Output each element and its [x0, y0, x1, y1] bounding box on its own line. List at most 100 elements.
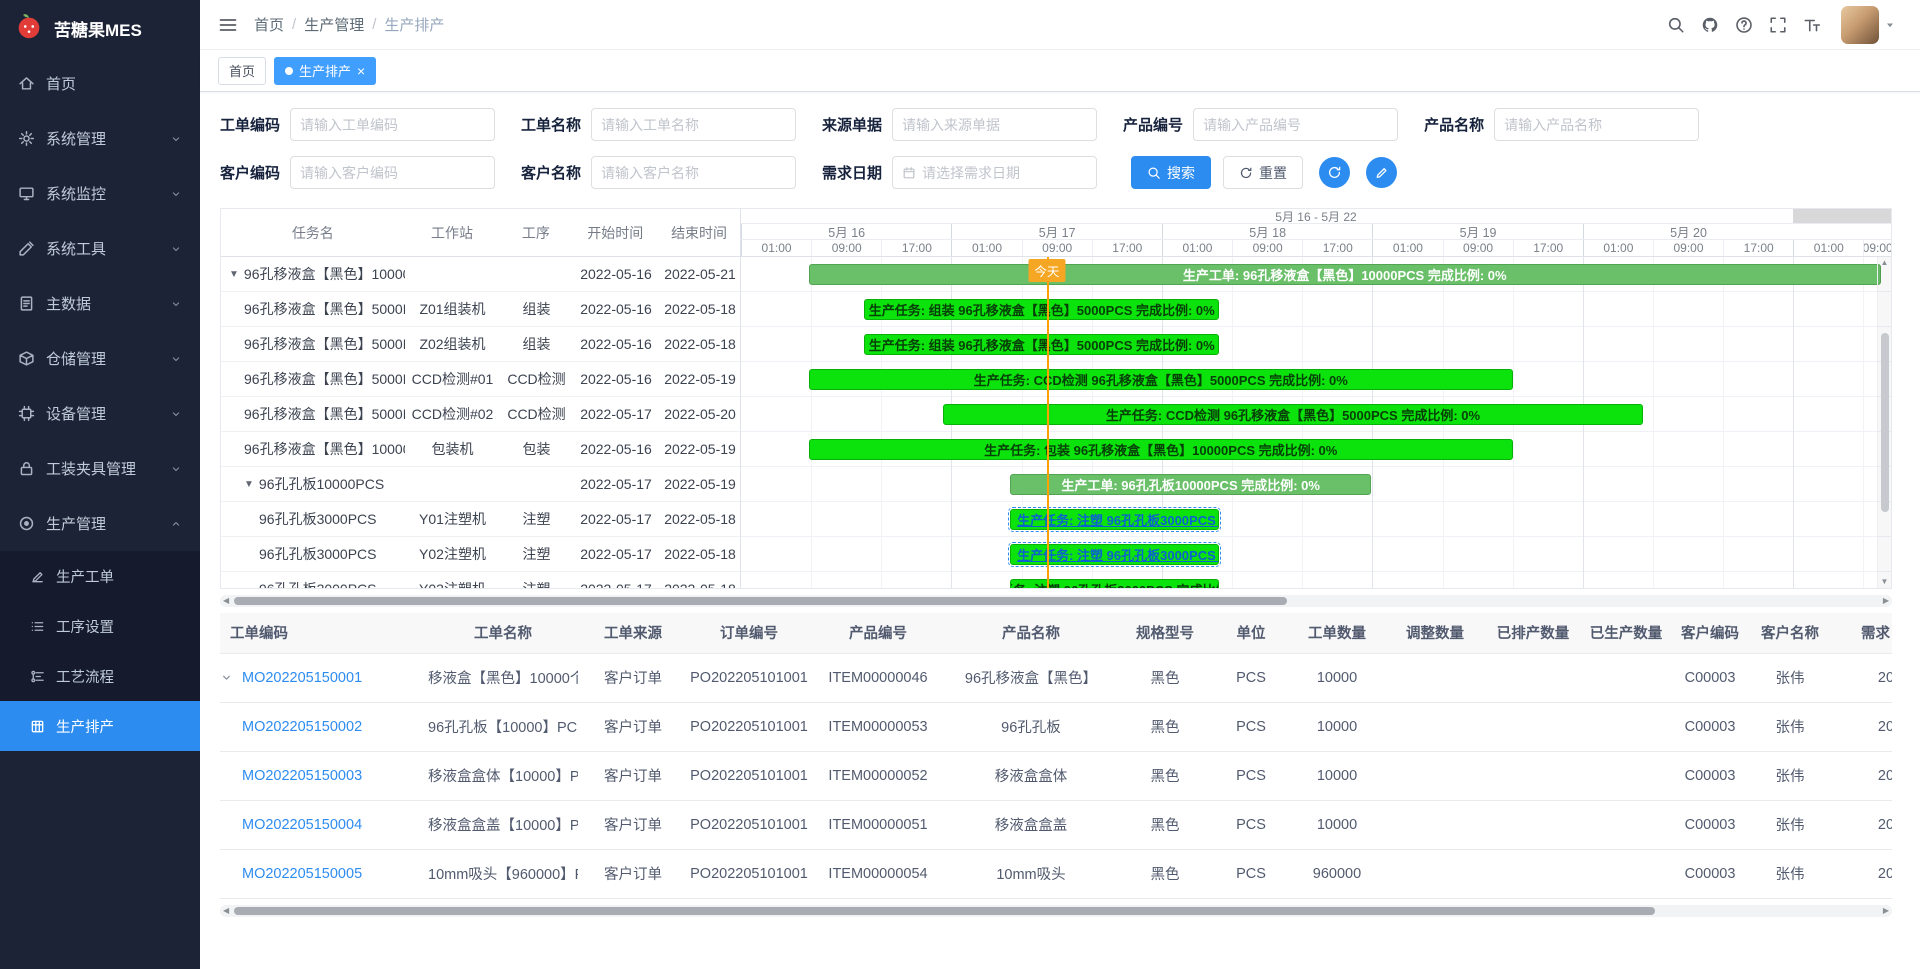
- order-link[interactable]: MO202205150003: [242, 768, 362, 784]
- gantt-grid-row[interactable]: ▼96孔移液盒【黑色】10000PCS2022-05-162022-05-21: [221, 257, 740, 292]
- order-row[interactable]: MO202205150001移液盒【黑色】10000个客户订单PO2022051…: [220, 653, 1892, 702]
- expand-row-icon[interactable]: [220, 671, 242, 684]
- tree-expand-icon[interactable]: ▼: [244, 479, 254, 490]
- sidebar-subitem-process-setting[interactable]: 工序设置: [0, 601, 200, 651]
- sidebar-item-system-tools[interactable]: 系统工具: [0, 221, 200, 276]
- gantt-grid-row[interactable]: 96孔移液盒【黑色】5000PCSZ01组装机组装2022-05-162022-…: [221, 292, 740, 327]
- tab-scheduling[interactable]: 生产排产×: [274, 57, 376, 85]
- breadcrumb-item[interactable]: 生产管理: [304, 14, 364, 35]
- gantt-bar[interactable]: 生产任务: 注塑 96孔孔板3000PCS 完成比例: 0%: [1010, 579, 1219, 588]
- scrollbar-thumb[interactable]: [234, 597, 1287, 605]
- scale-hour: 17:00: [1092, 240, 1162, 256]
- gantt-grid-row[interactable]: 96孔移液盒【黑色】5000PCSCCD检测#02CCD检测2022-05-17…: [221, 397, 740, 432]
- tab-home[interactable]: 首页: [218, 57, 266, 85]
- work-order-name-field[interactable]: [591, 108, 796, 141]
- work-order-name-input[interactable]: [601, 117, 786, 133]
- search-icon[interactable]: [1667, 16, 1685, 34]
- scrollbar-thumb[interactable]: [234, 907, 1655, 915]
- order-row[interactable]: MO202205150003移液盒盒体【10000】PCS客户订单PO20220…: [220, 751, 1892, 800]
- scroll-left-icon[interactable]: ◀: [223, 595, 229, 607]
- user-menu[interactable]: [1841, 6, 1902, 44]
- scrollbar-thumb[interactable]: [1881, 333, 1889, 513]
- sidebar-item-warehouse[interactable]: 仓储管理: [0, 331, 200, 386]
- sidebar-subitem-scheduling[interactable]: 生产排产: [0, 701, 200, 751]
- order-cell-scheduled_qty: [1484, 751, 1582, 800]
- sidebar-item-tooling[interactable]: 工装夹具管理: [0, 441, 200, 496]
- sidebar-toggle-icon[interactable]: [218, 15, 238, 35]
- sidebar-item-equipment[interactable]: 设备管理: [0, 386, 200, 441]
- order-cell-customer_code: C00003: [1670, 800, 1750, 849]
- sidebar-item-system-admin[interactable]: 系统管理: [0, 111, 200, 166]
- work-order-code-field[interactable]: [290, 108, 495, 141]
- breadcrumb-item[interactable]: 首页: [254, 14, 284, 35]
- product-no-field[interactable]: [1193, 108, 1398, 141]
- close-tab-icon[interactable]: ×: [357, 64, 365, 78]
- gantt-bar[interactable]: 生产任务: 注塑 96孔孔板3000PCS 完成比例: 0%: [1010, 509, 1219, 530]
- app-logo[interactable]: 苦糖果MES: [0, 0, 200, 56]
- scroll-down-icon[interactable]: ▼: [1881, 578, 1889, 586]
- gantt-bar[interactable]: 生产工单: 96孔移液盒【黑色】10000PCS 完成比例: 0%: [809, 264, 1881, 285]
- scroll-right-icon[interactable]: ▶: [1883, 595, 1889, 607]
- refresh-button[interactable]: [1319, 157, 1350, 188]
- gantt-grid-row[interactable]: 96孔孔板3000PCSY02注塑机注塑2022-05-172022-05-18: [221, 537, 740, 572]
- orders-horizontal-scrollbar[interactable]: ◀ ▶: [220, 905, 1892, 917]
- product-name-input[interactable]: [1504, 117, 1689, 133]
- fullscreen-icon[interactable]: [1769, 16, 1787, 34]
- gantt-bar[interactable]: 生产任务: CCD检测 96孔移液盒【黑色】5000PCS 完成比例: 0%: [809, 369, 1513, 390]
- product-name-field[interactable]: [1494, 108, 1699, 141]
- gantt-bar[interactable]: 生产任务: 包装 96孔移液盒【黑色】10000PCS 完成比例: 0%: [809, 439, 1513, 460]
- source-doc-input[interactable]: [902, 117, 1087, 133]
- demand-date-field[interactable]: [892, 156, 1097, 189]
- gantt-grid-row[interactable]: 96孔孔板3000PCSY03注塑机注塑2022-05-172022-05-18: [221, 572, 740, 588]
- order-link[interactable]: MO202205150002: [242, 719, 362, 735]
- gantt-grid-row[interactable]: ▼96孔孔板10000PCS2022-05-172022-05-19: [221, 467, 740, 502]
- demand-date-input[interactable]: [922, 165, 1087, 181]
- order-link[interactable]: MO202205150001: [242, 670, 362, 686]
- gantt-vertical-scrollbar[interactable]: ▲ ▼: [1877, 257, 1891, 588]
- order-link[interactable]: MO202205150004: [242, 817, 362, 833]
- gantt-grid-line: [1723, 257, 1724, 588]
- gantt-horizontal-scrollbar[interactable]: ◀ ▶: [220, 595, 1892, 607]
- sidebar-subitem-process-flow[interactable]: 工艺流程: [0, 651, 200, 701]
- gantt-row-line: [741, 502, 1891, 537]
- gantt-bar[interactable]: 生产任务: 组装 96孔移液盒【黑色】5000PCS 完成比例: 0%: [864, 334, 1219, 355]
- chip-icon: [18, 405, 35, 422]
- github-icon[interactable]: [1701, 16, 1719, 34]
- gantt-bar[interactable]: 生产工单: 96孔孔板10000PCS 完成比例: 0%: [1010, 474, 1371, 495]
- gantt-grid-row[interactable]: 96孔孔板3000PCSY01注塑机注塑2022-05-172022-05-18: [221, 502, 740, 537]
- customer-name-input[interactable]: [601, 165, 786, 181]
- order-link[interactable]: MO202205150005: [242, 866, 362, 882]
- scroll-left-icon[interactable]: ◀: [223, 905, 229, 917]
- gantt-grid-row[interactable]: 96孔移液盒【黑色】5000PCSZ02组装机组装2022-05-162022-…: [221, 327, 740, 362]
- edit-schedule-button[interactable]: [1366, 157, 1397, 188]
- search-button[interactable]: 搜索: [1131, 156, 1211, 189]
- source-doc-field[interactable]: [892, 108, 1097, 141]
- gantt-bar[interactable]: 生产任务: 注塑 96孔孔板3000PCS 完成比例: 0%: [1010, 544, 1219, 565]
- customer-name-field[interactable]: [591, 156, 796, 189]
- breadcrumb-separator: /: [292, 16, 296, 33]
- scroll-right-icon[interactable]: ▶: [1883, 905, 1889, 917]
- customer-code-input[interactable]: [300, 165, 485, 181]
- sidebar-subitem-work-order[interactable]: 生产工单: [0, 551, 200, 601]
- customer-code-field[interactable]: [290, 156, 495, 189]
- avatar[interactable]: [1841, 6, 1879, 44]
- sidebar-item-master-data[interactable]: 主数据: [0, 276, 200, 331]
- font-size-icon[interactable]: [1803, 16, 1821, 34]
- order-row[interactable]: MO20220515000510mm吸头【960000】PCS客户订单PO202…: [220, 849, 1892, 898]
- gantt-grid-row[interactable]: 96孔移液盒【黑色】10000PCS包装机包装2022-05-162022-05…: [221, 432, 740, 467]
- sidebar-item-system-monitor[interactable]: 系统监控: [0, 166, 200, 221]
- scroll-up-icon[interactable]: ▲: [1881, 259, 1889, 267]
- order-row[interactable]: MO20220515000296孔孔板【10000】PCS客户订单PO20220…: [220, 702, 1892, 751]
- product-no-input[interactable]: [1203, 117, 1388, 133]
- sidebar-item-production[interactable]: 生产管理: [0, 496, 200, 551]
- sidebar-item-home[interactable]: 首页: [0, 56, 200, 111]
- orders-column-header: 产品编号: [810, 613, 946, 653]
- gantt-bar[interactable]: 生产任务: 组装 96孔移液盒【黑色】5000PCS 完成比例: 0%: [864, 299, 1219, 320]
- work-order-code-input[interactable]: [300, 117, 485, 133]
- reset-button[interactable]: 重置: [1223, 156, 1303, 189]
- scale-hour-row: 01:0009:0017:0001:0009:0017:0001:0009:00…: [741, 240, 1891, 256]
- tree-expand-icon[interactable]: ▼: [229, 269, 239, 280]
- order-row[interactable]: MO202205150004移液盒盒盖【10000】PCS客户订单PO20220…: [220, 800, 1892, 849]
- gantt-grid-row[interactable]: 96孔移液盒【黑色】5000PCSCCD检测#01CCD检测2022-05-16…: [221, 362, 740, 397]
- help-icon[interactable]: [1735, 16, 1753, 34]
